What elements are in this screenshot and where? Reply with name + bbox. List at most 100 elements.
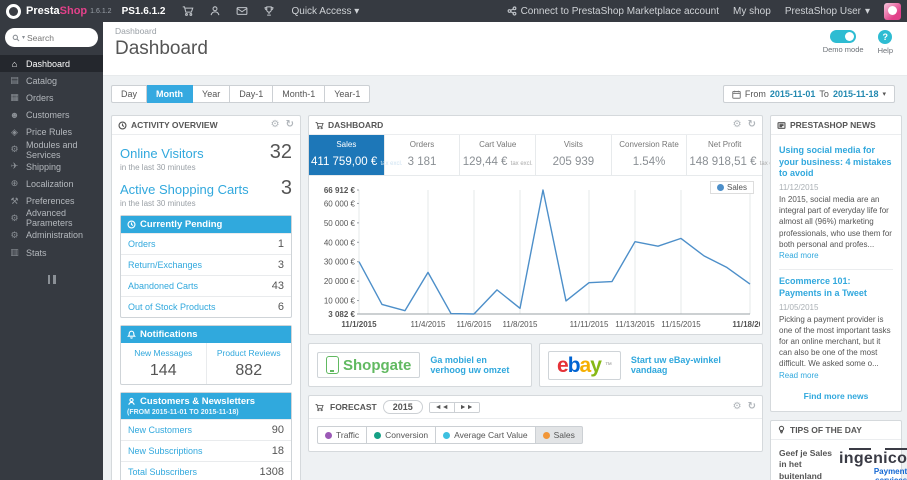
my-shop-link[interactable]: My shop	[733, 6, 771, 17]
svg-text:30 000 €: 30 000 €	[324, 258, 356, 267]
kpi-orders[interactable]: Orders 3 181	[383, 135, 460, 175]
forecast-traffic-button[interactable]: Traffic	[317, 426, 368, 444]
clock-icon	[118, 120, 127, 130]
connect-icon	[507, 6, 516, 16]
sidebar-item-price-rules[interactable]: ◈ Price Rules	[0, 124, 103, 141]
conversion-dot-icon	[374, 431, 382, 439]
total-subscribers-link[interactable]: Total Subscribers	[128, 467, 197, 477]
abandoned-carts-link[interactable]: Abandoned Carts	[128, 281, 198, 291]
user-menu[interactable]: PrestaShop User ▾	[785, 6, 870, 17]
svg-text:11/1/2015: 11/1/2015	[341, 320, 377, 329]
kpi-visits[interactable]: Visits 205 939	[535, 135, 611, 175]
ebay-link[interactable]: Start uw eBay-winkel vandaag	[631, 355, 754, 375]
svg-text:60 000 €: 60 000 €	[324, 199, 356, 208]
kpi-sales[interactable]: Sales 411 759,00 € tax excl.	[309, 135, 403, 175]
range-year-button[interactable]: Year	[193, 85, 231, 103]
sales-dot-icon	[542, 431, 550, 439]
ebay-banner[interactable]: ebay ™ Start uw eBay-winkel vandaag	[539, 343, 763, 387]
search-input[interactable]: ▾	[5, 28, 98, 47]
shopgate-banner[interactable]: Shopgate Ga mobiel en verhoog uw omzet	[308, 343, 532, 387]
cogs-icon: ⚙	[10, 212, 19, 223]
range-month-button[interactable]: Month	[147, 85, 194, 103]
calendar-icon	[732, 90, 741, 99]
toggle-on-icon[interactable]	[830, 30, 857, 43]
new-subscriptions-row: New Subscriptions 18	[121, 440, 291, 461]
sidebar-item-customers[interactable]: ☻ Customers	[0, 107, 103, 124]
sidebar-item-modules[interactable]: ⚙ Modules and Services	[0, 140, 103, 160]
help-button[interactable]: ? Help	[878, 30, 893, 55]
prestashop-logo	[6, 3, 21, 19]
gear-icon[interactable]: ⚙	[733, 120, 742, 130]
range-day-button[interactable]: Day	[111, 85, 148, 103]
kpi-cart-value[interactable]: Cart Value 129,44 € tax excl.	[459, 135, 535, 175]
sidebar-item-orders[interactable]: ▦ Orders	[0, 89, 103, 106]
shopgate-link[interactable]: Ga mobiel en verhoog uw omzet	[430, 355, 523, 375]
forecast-conversion-button[interactable]: Conversion	[366, 426, 437, 444]
search-field[interactable]	[27, 32, 91, 43]
range-year-1-button[interactable]: Year-1	[325, 85, 371, 103]
refresh-icon[interactable]: ↻	[286, 120, 294, 130]
avatar[interactable]	[884, 2, 901, 20]
forecast-year[interactable]: 2015	[382, 400, 423, 414]
sidebar-item-localization[interactable]: ⊕ Localization	[0, 175, 103, 192]
cart-icon[interactable]	[181, 5, 194, 18]
pending-orders-row: Orders 1	[121, 233, 291, 254]
active-carts-link[interactable]: Active Shopping Carts	[120, 182, 249, 197]
forecast-panel: FORECAST 2015 ◄◄ ►► ⚙ ↻ Traffic Conversio…	[308, 395, 763, 452]
demo-mode-toggle[interactable]: Demo mode	[823, 30, 864, 55]
new-customers-link[interactable]: New Customers	[128, 425, 192, 435]
gear-icon[interactable]: ⚙	[271, 120, 280, 130]
svg-text:11/18/201: 11/18/201	[732, 320, 760, 329]
product-reviews-cell[interactable]: Product Reviews 882	[205, 343, 292, 384]
refresh-icon[interactable]: ↻	[748, 120, 756, 130]
online-visitors-link[interactable]: Online Visitors	[120, 146, 204, 161]
sales-line-chart: 11/1/2015 11/4/2015 11/6/2015 11/8/2015 11/1…	[324, 186, 760, 329]
refresh-icon[interactable]: ↻	[748, 402, 756, 412]
topbar: PrestaShop 1.6.1.2 PS1.6.1.2 Quick Acces…	[0, 0, 907, 22]
news-article-title[interactable]: Using social media for your business: 4 …	[779, 145, 893, 180]
previous-year-button[interactable]: ◄◄	[429, 402, 454, 412]
forecast-sales-button[interactable]: Sales	[534, 426, 583, 444]
pending-returns-link[interactable]: Return/Exchanges	[128, 260, 202, 270]
home-icon: ⌂	[11, 58, 18, 69]
online-visitors-sub: in the last 30 minutes	[120, 163, 196, 172]
new-messages-cell[interactable]: New Messages 144	[121, 343, 206, 384]
question-mark-icon[interactable]: ?	[878, 30, 893, 44]
read-more-link[interactable]: Read more	[779, 251, 819, 260]
find-more-news-link[interactable]: Find more news	[779, 391, 893, 401]
active-carts-sub: in the last 30 minutes	[120, 199, 196, 208]
pending-orders-link[interactable]: Orders	[128, 239, 156, 249]
svg-text:50 000 €: 50 000 €	[324, 219, 356, 228]
range-month-1-button[interactable]: Month-1	[273, 85, 326, 103]
customer-icon[interactable]	[208, 5, 221, 18]
next-year-button[interactable]: ►►	[453, 402, 479, 412]
sidebar-item-advanced-parameters[interactable]: ⚙ Advanced Parameters	[0, 208, 103, 228]
date-range-picker[interactable]: From 2015-11-01 To 2015-11-18 ▾	[722, 85, 895, 103]
shopgate-logo[interactable]: Shopgate	[317, 352, 421, 378]
news-article-title[interactable]: Ecommerce 101: Payments in a Tweet	[779, 276, 893, 299]
range-day-1-button[interactable]: Day-1	[230, 85, 274, 103]
svg-text:66 912 €: 66 912 €	[324, 186, 356, 195]
sidebar-item-stats[interactable]: ▥ Stats	[0, 244, 103, 261]
kpi-net-profit[interactable]: Net Profit 148 918,51 € tax excl.	[686, 135, 782, 175]
messages-icon[interactable]	[235, 5, 248, 18]
currently-pending-section: Currently Pending Orders 1 Return/Exchang…	[120, 215, 292, 318]
sidebar-item-administration[interactable]: ⚙ Administration	[0, 227, 103, 244]
marketplace-link[interactable]: Connect to PrestaShop Marketplace accoun…	[507, 6, 719, 17]
sidebar-item-shipping[interactable]: ✈ Shipping	[0, 158, 103, 175]
quick-access-menu[interactable]: Quick Access ▾	[291, 6, 359, 17]
sidebar-item-catalog[interactable]: ▤ Catalog	[0, 72, 103, 89]
svg-text:20 000 €: 20 000 €	[324, 277, 356, 286]
read-more-link[interactable]: Read more	[779, 371, 819, 380]
out-of-stock-link[interactable]: Out of Stock Products	[128, 302, 216, 312]
collapse-sidebar-icon[interactable]	[46, 275, 58, 285]
gear-icon[interactable]: ⚙	[733, 402, 742, 412]
new-subscriptions-link[interactable]: New Subscriptions	[128, 446, 203, 456]
sidebar-item-preferences[interactable]: ⚒ Preferences	[0, 193, 103, 210]
forecast-average-cart-value-button[interactable]: Average Cart Value	[435, 426, 536, 444]
active-carts-value: 3	[280, 177, 292, 199]
ebay-logo[interactable]: ebay ™	[548, 350, 621, 380]
trophy-icon[interactable]	[262, 5, 275, 18]
kpi-conversion-rate[interactable]: Conversion Rate 1.54%	[610, 135, 687, 175]
sidebar-item-dashboard[interactable]: ⌂ Dashboard	[0, 55, 103, 73]
